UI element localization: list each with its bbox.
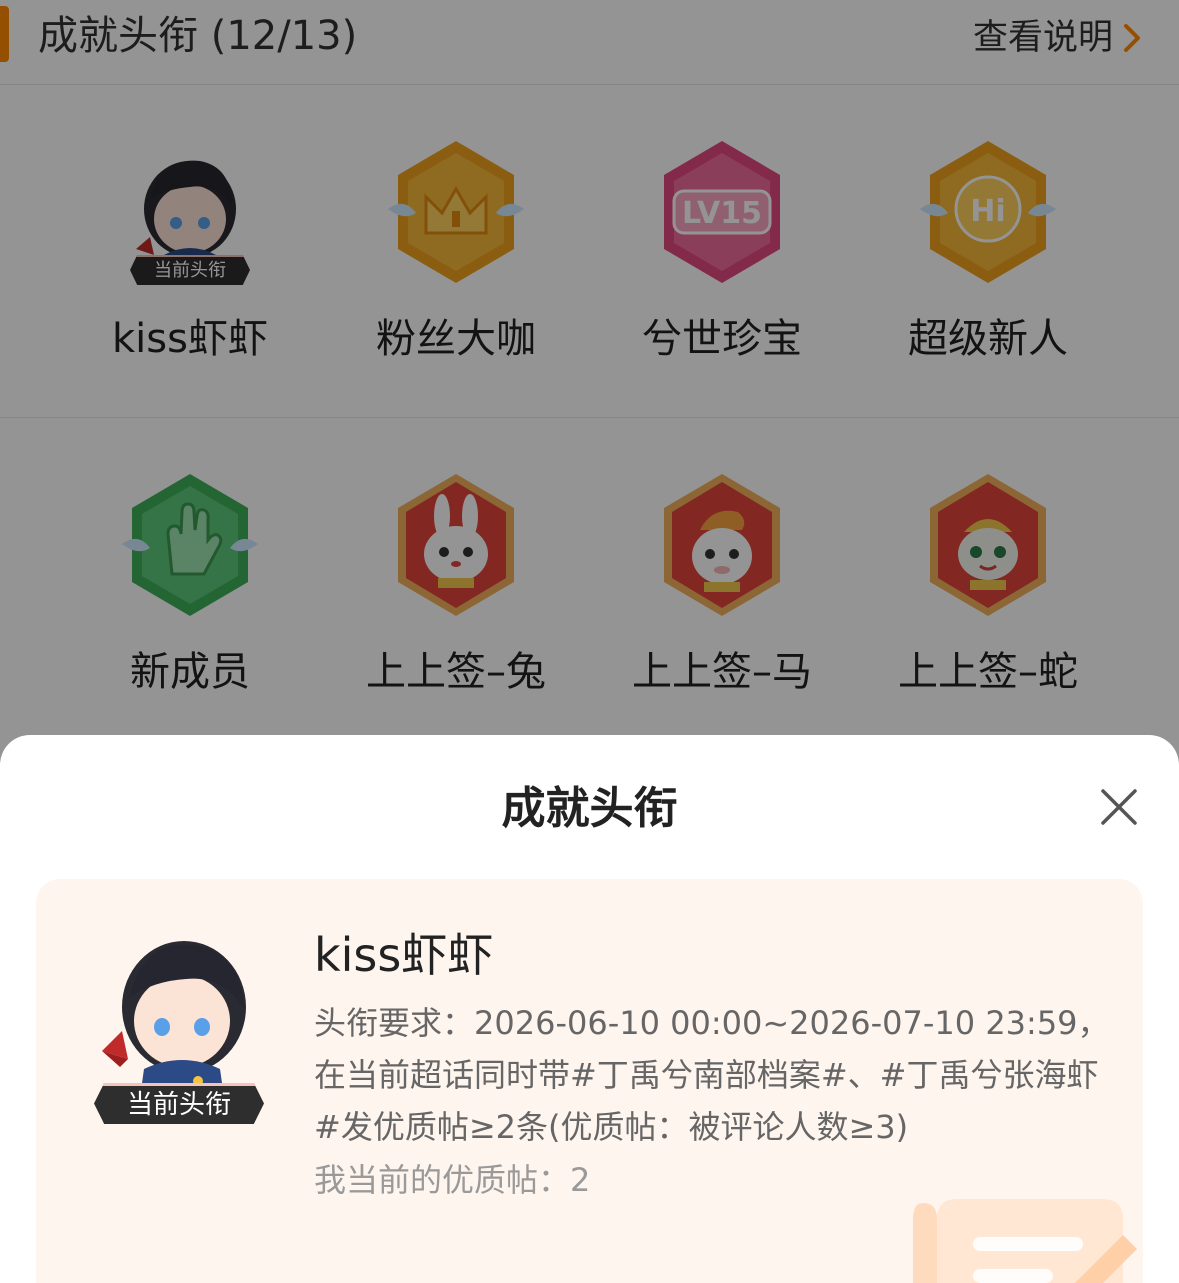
title-requirement: 头衔要求：2026-06-10 00:00~2026-07-10 23:59，在… xyxy=(314,1004,1110,1146)
avatar-portrait-icon: 当前头衔 xyxy=(94,915,264,1125)
sheet-title: 成就头衔 xyxy=(501,783,678,834)
title-detail-sheet: 成就头衔 当前头衔 kiss虾虾 头衔要求：2026-06-10 00:00~2… xyxy=(0,735,1179,1283)
close-icon[interactable] xyxy=(1095,783,1143,831)
document-pencil-icon xyxy=(913,1199,1137,1283)
title-name: kiss虾虾 xyxy=(314,928,494,982)
title-detail-card: 当前头衔 kiss虾虾 头衔要求：2026-06-10 00:00~2026-0… xyxy=(36,879,1143,1283)
current-title-tag: 当前头衔 xyxy=(94,1083,264,1124)
my-quality-posts: 我当前的优质帖：2 xyxy=(314,1161,591,1199)
